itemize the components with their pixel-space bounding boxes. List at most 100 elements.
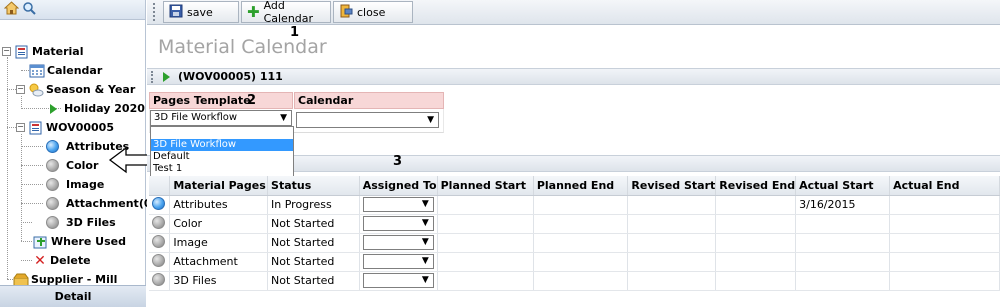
dropdown-option[interactable]: Test 1 [151, 163, 293, 175]
column-header[interactable]: Assigned To [359, 176, 438, 196]
tree-label-season: Season & Year [46, 83, 136, 96]
column-header[interactable]: Actual End [889, 176, 1000, 196]
actual-end-cell[interactable] [889, 233, 1000, 253]
status-text-cell: In Progress [267, 195, 360, 215]
actual-start-cell[interactable] [795, 233, 891, 253]
actual-end-cell[interactable] [889, 214, 1000, 234]
assigned-to-select[interactable]: ▼ [362, 273, 434, 288]
status-in-progress-icon [46, 140, 59, 153]
page-cell[interactable]: Image [169, 233, 269, 253]
tree-node-image[interactable]: Image [46, 175, 104, 194]
pages-template-dropdown-list[interactable]: 3D File Workflow Default Test 1 [150, 126, 294, 178]
column-header[interactable]: Revised Start [627, 176, 717, 196]
status-cell [149, 271, 171, 291]
search-icon[interactable] [22, 1, 37, 18]
tree-node-calendar[interactable]: Calendar [29, 61, 102, 80]
tree-node-holiday[interactable]: Holiday 2020 [50, 99, 145, 118]
assigned-to-select[interactable]: ▼ [362, 254, 434, 269]
revised-start-cell[interactable] [627, 214, 717, 234]
tree-label-calendar: Calendar [47, 64, 103, 77]
planned-end-cell[interactable] [533, 214, 629, 234]
column-header[interactable]: Material Pages [169, 176, 269, 196]
actual-start-cell[interactable]: 3/16/2015 [795, 195, 891, 215]
tree-node-delete[interactable]: ✕ Delete [33, 251, 90, 270]
column-header[interactable]: Planned End [533, 176, 629, 196]
assigned-to-select[interactable]: ▼ [362, 197, 434, 212]
dropdown-arrow-icon: ▼ [421, 256, 429, 266]
section-label: (WOV00005) 111 [178, 70, 283, 83]
planned-end-cell[interactable] [533, 233, 629, 253]
dropdown-arrow-icon: ▼ [421, 199, 429, 209]
home-icon[interactable] [3, 1, 20, 18]
table-row[interactable]: Attachment Not Started ▼ [149, 252, 1000, 272]
tree-node-material[interactable]: − Material [2, 42, 83, 61]
tree-node-where-used[interactable]: Where Used [33, 232, 126, 251]
revised-end-cell[interactable] [715, 252, 797, 272]
delete-icon: ✕ [34, 252, 46, 269]
save-button[interactable]: save [163, 1, 239, 23]
tree-node-color[interactable]: Color [46, 156, 98, 175]
tree-node-wov[interactable]: − WOV00005 [16, 118, 114, 137]
planned-start-cell[interactable] [437, 252, 534, 272]
column-header[interactable]: Actual Start [795, 176, 891, 196]
detail-tab[interactable]: Detail [0, 285, 146, 307]
assigned-to-select[interactable]: ▼ [362, 235, 434, 250]
actual-start-cell[interactable] [795, 252, 891, 272]
page-cell[interactable]: Attachment [169, 252, 269, 272]
expand-icon[interactable] [163, 71, 170, 82]
revised-start-cell[interactable] [627, 233, 717, 253]
revised-start-cell[interactable] [627, 271, 717, 291]
page-cell[interactable]: 3D Files [169, 271, 269, 291]
page-cell[interactable]: Attributes [169, 195, 269, 215]
dropdown-option[interactable]: Default [151, 151, 293, 163]
revised-start-cell[interactable] [627, 252, 717, 272]
planned-start-cell[interactable] [437, 271, 534, 291]
revised-end-cell[interactable] [715, 214, 797, 234]
close-button[interactable]: close [333, 1, 413, 23]
assigned-to-select[interactable]: ▼ [362, 216, 434, 231]
revised-end-cell[interactable] [715, 233, 797, 253]
material-document-icon [28, 121, 43, 135]
annotation-number-2: 2 [247, 93, 257, 108]
table-row[interactable]: 3D Files Not Started ▼ [149, 271, 1000, 291]
actual-end-cell[interactable] [889, 195, 1000, 215]
column-header[interactable]: Revised End [715, 176, 797, 196]
tree-node-season[interactable]: − Season & Year [16, 80, 135, 99]
pages-template-select[interactable]: 3D File Workflow ▼ [150, 110, 292, 126]
page-cell[interactable]: Color [169, 214, 269, 234]
planned-start-cell[interactable] [437, 195, 534, 215]
actual-end-cell[interactable] [889, 252, 1000, 272]
planned-start-cell[interactable] [437, 214, 534, 234]
revised-end-cell[interactable] [715, 271, 797, 291]
section-header[interactable]: (WOV00005) 111 [147, 68, 1000, 85]
revised-end-cell[interactable] [715, 195, 797, 215]
tree-label-3d-files: 3D Files [66, 216, 116, 229]
planned-end-cell[interactable] [533, 252, 629, 272]
collapse-icon[interactable]: − [16, 85, 25, 94]
calendar-select[interactable]: ▼ [296, 112, 439, 128]
status-cell [149, 195, 171, 215]
planned-end-cell[interactable] [533, 195, 629, 215]
column-header[interactable]: Planned Start [437, 176, 534, 196]
table-row[interactable]: Attributes In Progress ▼ 3/16/2015 [149, 195, 1000, 215]
actual-start-cell[interactable] [795, 214, 891, 234]
dropdown-blank-option[interactable] [151, 127, 293, 139]
actual-end-cell[interactable] [889, 271, 1000, 291]
add-calendar-button[interactable]: ✚ Add Calendar [241, 0, 331, 25]
table-row[interactable]: Color Not Started ▼ [149, 214, 1000, 234]
collapse-icon[interactable]: − [16, 123, 25, 132]
status-not-started-icon [46, 197, 59, 210]
dropdown-option[interactable]: 3D File Workflow [151, 139, 293, 151]
table-row[interactable]: Image Not Started ▼ [149, 233, 1000, 253]
planned-start-cell[interactable] [437, 233, 534, 253]
tree-node-3d-files[interactable]: 3D Files [46, 213, 116, 232]
tree-node-attachment[interactable]: Attachment(0) [46, 194, 157, 213]
pages-template-value: 3D File Workflow [154, 112, 238, 123]
assigned-cell: ▼ [359, 252, 438, 272]
toolbar-grip[interactable] [153, 3, 157, 21]
revised-start-cell[interactable] [627, 195, 717, 215]
collapse-icon[interactable]: − [2, 47, 11, 56]
column-header[interactable]: Status [267, 176, 360, 196]
planned-end-cell[interactable] [533, 271, 629, 291]
actual-start-cell[interactable] [795, 271, 891, 291]
